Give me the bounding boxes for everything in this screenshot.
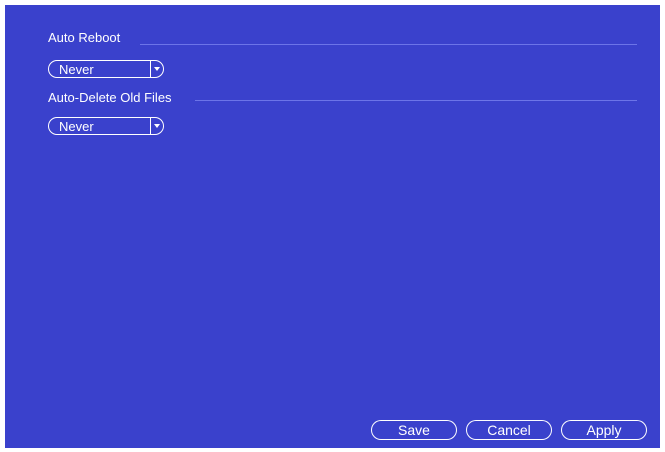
- select-divider: [150, 61, 151, 77]
- auto-delete-section-divider: [195, 100, 637, 101]
- select-divider: [150, 118, 151, 134]
- save-button-label: Save: [372, 421, 456, 439]
- save-button[interactable]: Save: [371, 420, 457, 440]
- auto-delete-label: Auto-Delete Old Files: [48, 90, 172, 105]
- cancel-button-label: Cancel: [467, 421, 551, 439]
- cancel-button[interactable]: Cancel: [466, 420, 552, 440]
- chevron-down-icon: [154, 67, 160, 71]
- apply-button-label: Apply: [562, 421, 646, 439]
- auto-reboot-section-divider: [140, 44, 637, 45]
- auto-delete-value: Never: [59, 119, 94, 134]
- chevron-down-icon: [154, 124, 160, 128]
- auto-delete-select[interactable]: Never: [48, 117, 164, 135]
- auto-reboot-select[interactable]: Never: [48, 60, 164, 78]
- apply-button[interactable]: Apply: [561, 420, 647, 440]
- maintenance-settings-panel: Auto Reboot Never Auto-Delete Old Files …: [5, 5, 660, 448]
- auto-reboot-value: Never: [59, 62, 94, 77]
- auto-reboot-label: Auto Reboot: [48, 30, 121, 45]
